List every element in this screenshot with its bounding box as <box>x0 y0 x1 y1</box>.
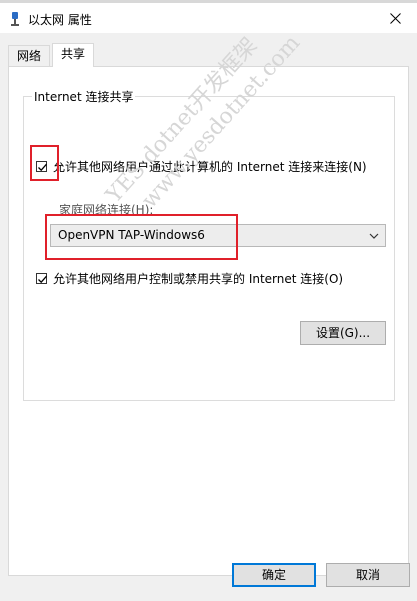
allow-connect-label[interactable]: 允许其他网络用户通过此计算机的 Internet 连接来连接(N) <box>53 158 367 175</box>
window-title: 以太网 属性 <box>28 13 92 27</box>
sharing-tab-panel: Internet 连接共享 允许其他网络用户通过此计算机的 Internet 连… <box>8 66 409 576</box>
allow-connect-checkbox[interactable] <box>36 161 47 172</box>
title-bar[interactable]: 以太网 属性 <box>0 3 417 33</box>
ok-button[interactable]: 确定 <box>232 563 316 587</box>
internet-connection-sharing-group: Internet 连接共享 允许其他网络用户通过此计算机的 Internet 连… <box>23 88 395 401</box>
checkmark-icon <box>38 163 47 172</box>
close-icon <box>389 12 401 24</box>
tab-sharing[interactable]: 共享 <box>52 43 95 67</box>
cancel-button[interactable]: 取消 <box>326 563 410 587</box>
checkmark-icon <box>38 275 47 284</box>
allow-control-checkbox[interactable] <box>36 273 47 284</box>
settings-button[interactable]: 设置(G)... <box>300 321 386 345</box>
home-network-label: 家庭网络连接(H): <box>59 203 154 217</box>
dialog-client-area: 网络 共享 Internet 连接共享 允许其他网络用户通过此计算机的 Inte… <box>0 33 417 601</box>
tab-network[interactable]: 网络 <box>8 45 51 66</box>
close-button[interactable] <box>373 3 417 33</box>
network-adapter-icon <box>9 11 21 27</box>
home-network-select[interactable]: OpenVPN TAP-Windows6 <box>50 224 386 247</box>
home-network-value: OpenVPN TAP-Windows6 <box>58 228 205 242</box>
chevron-down-icon <box>369 230 379 244</box>
allow-control-label[interactable]: 允许其他网络用户控制或禁用共享的 Internet 连接(O) <box>53 270 343 287</box>
group-title: Internet 连接共享 <box>32 88 136 105</box>
